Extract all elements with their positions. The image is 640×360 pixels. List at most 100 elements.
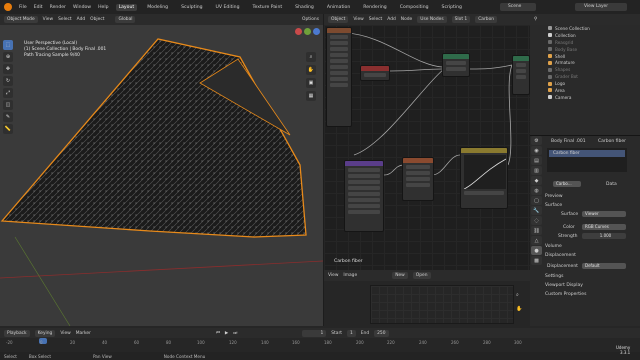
- tab-uv-editing[interactable]: UV Editing: [213, 4, 243, 11]
- select-tool-icon[interactable]: ⬚: [3, 40, 13, 50]
- blender-logo-icon[interactable]: [4, 3, 12, 11]
- shader-node-editor[interactable]: Carbon fiber: [324, 25, 530, 270]
- node-menu-select[interactable]: Select: [369, 17, 383, 22]
- outliner-item[interactable]: Body Base: [545, 46, 640, 53]
- menu-help[interactable]: Help: [98, 5, 108, 10]
- viewport-menu-select[interactable]: Select: [58, 17, 72, 22]
- menu-window[interactable]: Window: [73, 5, 91, 10]
- modifier-props-icon[interactable]: 🔧: [531, 206, 542, 215]
- jump-end-icon[interactable]: ⏭: [233, 330, 237, 336]
- outliner[interactable]: Scene Collection Collection Reasgrid Bod…: [545, 25, 640, 135]
- section-displacement[interactable]: Displacement: [545, 253, 576, 258]
- tool-props-icon[interactable]: ⚙: [531, 136, 542, 145]
- image-menu-view[interactable]: View: [328, 273, 338, 278]
- image-pan-icon[interactable]: ✋: [516, 306, 522, 312]
- tab-rendering[interactable]: Rendering: [360, 4, 389, 11]
- view-layer-props-icon[interactable]: ▥: [531, 166, 542, 175]
- data-link-selector[interactable]: Data: [606, 182, 617, 187]
- object-props-icon[interactable]: ▢: [531, 196, 542, 205]
- use-nodes-toggle[interactable]: Use Nodes: [417, 16, 447, 23]
- shader-type-selector[interactable]: Object: [328, 16, 349, 23]
- world-props-icon[interactable]: ◍: [531, 186, 542, 195]
- mix-node[interactable]: [402, 157, 434, 201]
- outliner-item[interactable]: Logo: [545, 80, 640, 87]
- image-menu-image[interactable]: Image: [343, 273, 357, 278]
- physics-props-icon[interactable]: ◌: [531, 216, 542, 225]
- constraints-props-icon[interactable]: ⛓: [531, 226, 542, 235]
- material-slot-item[interactable]: Carbon fiber: [549, 150, 625, 157]
- tab-texture-paint[interactable]: Texture Paint: [250, 4, 286, 11]
- material-name-input[interactable]: Carbo...: [553, 181, 581, 187]
- outliner-item[interactable]: Shell: [545, 53, 640, 60]
- section-settings[interactable]: Settings: [545, 274, 563, 279]
- end-frame-field[interactable]: 250: [374, 329, 389, 337]
- outliner-filter-icon[interactable]: ⚲: [534, 17, 537, 22]
- outliner-item[interactable]: Area: [545, 87, 640, 94]
- tab-modeling[interactable]: Modeling: [144, 4, 171, 11]
- node-menu-node[interactable]: Node: [401, 17, 412, 22]
- tab-compositing[interactable]: Compositing: [397, 4, 432, 11]
- material-output-node[interactable]: [512, 55, 530, 95]
- current-frame-field[interactable]: 1: [302, 329, 327, 337]
- view-layer-selector[interactable]: View Layer: [575, 3, 627, 11]
- color-ramp-node[interactable]: [360, 65, 390, 81]
- outliner-item[interactable]: Armature: [545, 59, 640, 66]
- viewport-menu-object[interactable]: Object: [90, 17, 104, 22]
- pan-hand-icon[interactable]: ✋: [306, 65, 316, 75]
- move-tool-icon[interactable]: ✥: [3, 64, 13, 74]
- tab-scripting[interactable]: Scripting: [439, 4, 465, 11]
- 3d-viewport[interactable]: [0, 25, 323, 326]
- displacement-field[interactable]: Default: [582, 263, 626, 269]
- rgb-curves-node[interactable]: [460, 147, 508, 209]
- mode-selector[interactable]: Object Mode: [4, 16, 38, 23]
- scale-tool-icon[interactable]: ⤢: [3, 88, 13, 98]
- timeline-menu-marker[interactable]: Marker: [76, 331, 91, 336]
- new-image-button[interactable]: New: [392, 272, 408, 279]
- viewport-menu-view[interactable]: View: [43, 17, 53, 22]
- camera-view-icon[interactable]: ▣: [306, 78, 316, 88]
- material-slot-list[interactable]: Carbon fiber: [547, 148, 627, 172]
- image-zoom-icon[interactable]: ⌕: [516, 292, 519, 298]
- tab-shading[interactable]: Shading: [292, 4, 317, 11]
- surface-shader-field[interactable]: Viewer: [582, 211, 626, 217]
- output-props-icon[interactable]: ▤: [531, 156, 542, 165]
- zoom-icon[interactable]: ⌕: [306, 52, 316, 62]
- texture-props-icon[interactable]: ▩: [531, 256, 542, 265]
- scene-props-icon[interactable]: ◆: [531, 176, 542, 185]
- material-props-icon[interactable]: ●: [531, 246, 542, 255]
- section-surface[interactable]: Surface: [545, 203, 562, 208]
- section-custom-properties[interactable]: Custom Properties: [545, 292, 586, 297]
- principled-bsdf-node[interactable]: [344, 160, 384, 232]
- image-canvas[interactable]: [370, 285, 514, 324]
- image-texture-node[interactable]: [326, 27, 352, 127]
- cursor-tool-icon[interactable]: ⊕: [3, 52, 13, 62]
- tab-sculpting[interactable]: Sculpting: [178, 4, 205, 11]
- menu-edit[interactable]: Edit: [34, 5, 43, 10]
- render-props-icon[interactable]: ◉: [531, 146, 542, 155]
- outliner-item[interactable]: Shapes: [545, 66, 640, 73]
- section-volume[interactable]: Volume: [545, 244, 562, 249]
- timeline-menu-view[interactable]: View: [60, 331, 70, 336]
- outliner-item[interactable]: Grader Bot: [545, 73, 640, 80]
- viewport-menu-add[interactable]: Add: [77, 17, 86, 22]
- jump-start-icon[interactable]: ⏮: [216, 330, 220, 336]
- bump-node[interactable]: [442, 53, 470, 77]
- viewport-options[interactable]: Options: [302, 17, 319, 22]
- playback-menu[interactable]: Playback: [4, 329, 30, 337]
- play-icon[interactable]: ▶: [225, 331, 228, 336]
- outliner-item[interactable]: Reasgrid: [545, 39, 640, 46]
- tab-layout[interactable]: Layout: [115, 3, 138, 11]
- strength-field[interactable]: 1.000: [582, 233, 626, 239]
- material-slot-selector[interactable]: Slot 1: [451, 16, 471, 23]
- node-menu-view[interactable]: View: [353, 17, 363, 22]
- transform-orientation[interactable]: Global: [115, 16, 136, 23]
- node-menu-add[interactable]: Add: [387, 17, 396, 22]
- color-input-field[interactable]: RGB Curves: [582, 224, 626, 230]
- outliner-root[interactable]: Scene Collection: [545, 25, 640, 32]
- keying-menu[interactable]: Keying: [34, 329, 56, 337]
- measure-tool-icon[interactable]: 📏: [3, 124, 13, 134]
- scene-selector[interactable]: Scene: [500, 3, 536, 11]
- start-frame-field[interactable]: 1: [346, 329, 356, 337]
- menu-file[interactable]: File: [19, 5, 27, 10]
- image-editor[interactable]: View Image New Open ⌕ ✋: [324, 270, 530, 326]
